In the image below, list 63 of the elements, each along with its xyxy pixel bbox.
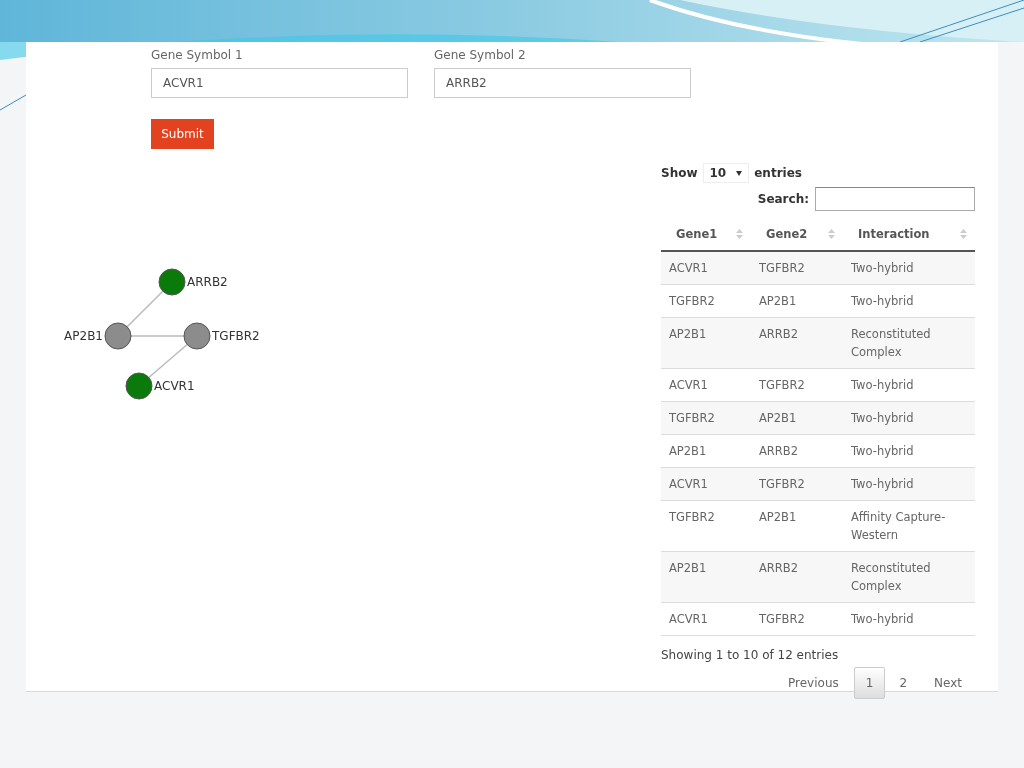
graph-node[interactable] xyxy=(125,372,153,400)
graph-edge xyxy=(130,335,185,337)
table-cell: ACVR1 xyxy=(661,368,751,402)
entries-select[interactable]: 10 xyxy=(702,163,750,183)
table-cell: ACVR1 xyxy=(661,251,751,285)
table-cell: ARRB2 xyxy=(751,434,843,468)
column-header[interactable]: Gene1 xyxy=(676,227,718,241)
table-cell: AP2B1 xyxy=(751,500,843,552)
node-label: ACVR1 xyxy=(154,379,195,393)
table-info: Showing 1 to 10 of 12 entries xyxy=(661,648,840,662)
submit-button[interactable]: Submit xyxy=(151,119,214,149)
graph-edge xyxy=(126,290,164,328)
gene-input[interactable]: ARRB2 xyxy=(434,68,691,98)
field-label: Gene Symbol 2 xyxy=(434,47,527,63)
table-cell: TGFBR2 xyxy=(751,368,843,402)
dropdown-icon xyxy=(736,170,743,176)
gene-input[interactable]: ACVR1 xyxy=(151,68,408,98)
entries-label: entries xyxy=(754,166,802,180)
node-label: ARRB2 xyxy=(187,275,228,289)
table-cell: Two-hybrid xyxy=(843,284,975,318)
sort-icon xyxy=(960,229,967,239)
table-cell: TGFBR2 xyxy=(661,401,751,435)
node-label: TGFBR2 xyxy=(212,329,260,343)
page-button[interactable]: 2 xyxy=(887,667,920,699)
field-label: Gene Symbol 1 xyxy=(151,47,244,63)
graph-node[interactable] xyxy=(104,322,132,350)
table-cell: ARRB2 xyxy=(751,317,843,369)
table-cell: Two-hybrid xyxy=(843,434,975,468)
search-label: Search: xyxy=(757,192,809,206)
column-header[interactable]: Interaction xyxy=(858,227,930,241)
table-cell: Two-hybrid xyxy=(843,251,975,285)
column-header[interactable]: Gene2 xyxy=(766,227,808,241)
sort-icon xyxy=(828,229,835,239)
show-label: Show xyxy=(661,166,698,180)
graph-node[interactable] xyxy=(158,268,186,296)
table-cell: AP2B1 xyxy=(661,551,751,603)
sort-icon xyxy=(736,229,743,239)
next-link[interactable]: Next xyxy=(921,667,975,699)
table-cell: TGFBR2 xyxy=(661,500,751,552)
table-cell: TGFBR2 xyxy=(751,467,843,501)
table-cell: TGFBR2 xyxy=(751,251,843,285)
table-cell: Two-hybrid xyxy=(843,467,975,501)
previous-link[interactable]: Previous xyxy=(775,667,852,699)
page-button[interactable]: 1 xyxy=(853,667,886,699)
table-cell: ACVR1 xyxy=(661,602,751,636)
graph-edge xyxy=(148,343,188,379)
table-cell: Two-hybrid xyxy=(843,401,975,435)
table-cell: AP2B1 xyxy=(661,434,751,468)
table-cell: ACVR1 xyxy=(661,467,751,501)
table-cell: TGFBR2 xyxy=(751,602,843,636)
table-cell: TGFBR2 xyxy=(661,284,751,318)
node-label: AP2B1 xyxy=(64,329,103,343)
graph-node[interactable] xyxy=(183,322,211,350)
table-cell: AP2B1 xyxy=(751,401,843,435)
table-cell: Two-hybrid xyxy=(843,368,975,402)
table-cell: AP2B1 xyxy=(661,317,751,369)
table-cell: Two-hybrid xyxy=(843,602,975,636)
search-field[interactable] xyxy=(815,187,975,211)
table-cell: Affinity Capture-Western xyxy=(843,500,975,552)
table-cell: ARRB2 xyxy=(751,551,843,603)
table-cell: Reconstituted Complex xyxy=(843,551,975,603)
table-cell: Reconstituted Complex xyxy=(843,317,975,369)
table-cell: AP2B1 xyxy=(751,284,843,318)
